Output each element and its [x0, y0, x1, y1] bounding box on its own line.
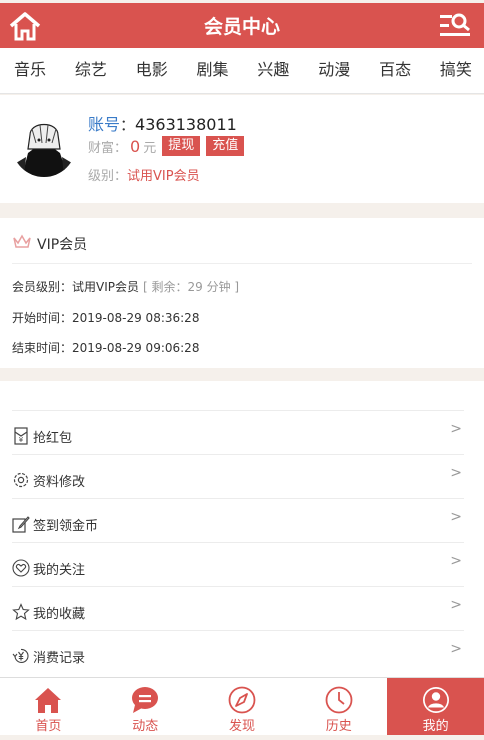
level-label: 级别：	[88, 169, 128, 184]
tab-home[interactable]: 首页	[0, 678, 97, 735]
compass-icon	[228, 686, 256, 714]
account-line: 账号：4363138011	[88, 111, 237, 135]
menu-search-icon	[440, 13, 470, 36]
menu-item-label: 资料修改	[33, 475, 86, 490]
tab-label: 历史	[325, 719, 352, 734]
profile-card: 账号：4363138011 财富： 0 元 提现 充值 级别：试用VIP会员	[0, 95, 484, 203]
menu-item-checkin[interactable]: 签到领金币 >	[12, 498, 464, 542]
withdraw-button[interactable]: 提现	[162, 136, 201, 156]
level-line: 级别：试用VIP会员	[88, 165, 200, 184]
vip-start-row: 开始时间：2019-08-29 08:36:28	[12, 311, 200, 325]
category-item[interactable]: 电影	[136, 48, 168, 93]
menu-item-label: 我的关注	[33, 563, 86, 578]
account-separator: ：	[120, 116, 136, 134]
chevron-right-icon: >	[450, 465, 462, 481]
crown-icon	[13, 234, 31, 248]
category-item[interactable]: 音乐	[14, 48, 46, 93]
category-item[interactable]: 兴趣	[257, 48, 289, 93]
category-item[interactable]: 搞笑	[440, 48, 472, 93]
menu-item-favorites[interactable]: 我的收藏 >	[12, 586, 464, 630]
heart-icon	[12, 559, 30, 577]
page-title: 会员中心	[203, 16, 280, 38]
tab-mine[interactable]: 我的	[387, 678, 484, 735]
vip-card: VIP会员 会员级别：试用VIP会员 [ 剩余：29 分钟 ] 开始时间：2019…	[0, 218, 484, 368]
clock-icon	[325, 686, 353, 714]
category-item[interactable]: 剧集	[197, 48, 229, 93]
vip-remaining: [ 剩余：29 分钟 ]	[143, 280, 240, 294]
svg-text:¥: ¥	[19, 436, 24, 444]
wealth-unit: 元	[143, 140, 157, 156]
category-item[interactable]: 百态	[379, 48, 411, 93]
level-value: 试用VIP会员	[127, 169, 200, 184]
yen-icon	[12, 648, 29, 664]
menu-item-following[interactable]: 我的关注 >	[12, 542, 464, 586]
header-bar: 会员中心	[0, 0, 484, 48]
account-label: 账号	[88, 115, 121, 134]
chevron-right-icon: >	[450, 553, 462, 569]
tab-label: 我的	[422, 719, 449, 734]
tab-label: 动态	[132, 719, 159, 734]
chevron-right-icon: >	[450, 421, 462, 437]
menu-item-label: 签到领金币	[33, 519, 99, 534]
vip-end-row: 结束时间：2019-08-29 09:06:28	[12, 341, 200, 355]
category-item[interactable]: 动漫	[318, 48, 350, 93]
menu-item-profile-edit[interactable]: 资料修改 >	[12, 454, 464, 498]
gear-icon	[13, 472, 29, 488]
home-icon	[35, 688, 62, 713]
wealth-label: 财富：	[88, 140, 128, 156]
menu-search-button[interactable]	[438, 11, 472, 41]
chevron-right-icon: >	[450, 509, 462, 525]
chevron-right-icon: >	[450, 597, 462, 613]
vip-level-text: 会员级别：试用VIP会员	[12, 280, 139, 294]
avatar-image	[12, 113, 76, 177]
tab-label: 发现	[228, 719, 255, 734]
user-icon	[422, 687, 449, 713]
tab-label: 首页	[35, 719, 62, 734]
account-value: 4363138011	[135, 115, 237, 134]
vip-header: VIP会员	[12, 234, 472, 264]
category-nav: 音乐 综艺 电影 剧集 兴趣 动漫 百态 搞笑	[0, 48, 484, 94]
menu-list: ¥ 抢红包 > 资料修改 > 签到领金币 > 我的关注 > 我的收藏 > 消费记…	[0, 381, 484, 677]
recharge-button[interactable]: 充值	[206, 136, 245, 156]
tab-history[interactable]: 历史	[290, 678, 387, 735]
vip-title: VIP会员	[37, 237, 88, 253]
page: 会员中心 音乐 综艺 电影 剧集 兴趣 动漫 百态 搞笑 账号：43631380…	[0, 0, 484, 740]
bottom-tab-bar: 首页 动态 发现 历史 我的	[0, 677, 484, 735]
tab-discover[interactable]: 发现	[194, 678, 291, 735]
red-packet-icon: ¥	[14, 427, 28, 445]
menu-item-label: 抢红包	[33, 431, 73, 446]
wealth-line: 财富： 0 元 提现 充值	[88, 136, 245, 156]
category-item[interactable]: 综艺	[75, 48, 107, 93]
chevron-right-icon: >	[450, 641, 462, 657]
star-icon	[12, 603, 30, 621]
vip-level-row: 会员级别：试用VIP会员 [ 剩余：29 分钟 ]	[12, 278, 239, 295]
edit-icon	[12, 516, 30, 533]
menu-item-red-packet[interactable]: ¥ 抢红包 >	[12, 410, 464, 454]
tab-activity[interactable]: 动态	[97, 678, 194, 735]
chat-icon	[132, 687, 159, 713]
menu-item-label: 我的收藏	[33, 607, 86, 622]
wealth-value: 0	[130, 136, 141, 156]
menu-item-spending[interactable]: 消费记录 >	[12, 630, 464, 674]
avatar[interactable]	[12, 113, 76, 177]
menu-item-label: 消费记录	[33, 651, 86, 666]
